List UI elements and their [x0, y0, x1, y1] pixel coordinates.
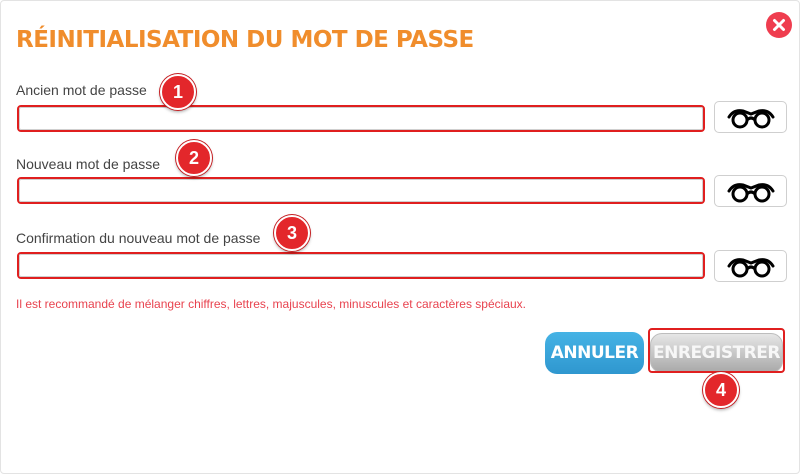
save-button[interactable]: ENREGISTRER [650, 333, 783, 373]
confirm-password-input[interactable] [19, 254, 703, 277]
step-marker-1: 1 [160, 74, 196, 110]
step-marker-3: 3 [274, 215, 310, 251]
step-marker-4: 4 [703, 372, 739, 408]
confirm-password-toggle-button[interactable] [714, 250, 787, 282]
password-reset-dialog: RÉINITIALISATION DU MOT DE PASSE Ancien … [0, 0, 800, 474]
confirm-password-field-outline [17, 252, 705, 279]
glasses-icon [727, 109, 774, 129]
new-password-input[interactable] [19, 179, 703, 202]
new-password-label: Nouveau mot de passe [16, 156, 160, 172]
glasses-icon [727, 183, 774, 203]
new-password-field-outline [17, 177, 705, 204]
password-hint: Il est recommandé de mélanger chiffres, … [16, 297, 526, 311]
dialog-title: RÉINITIALISATION DU MOT DE PASSE [16, 27, 474, 53]
step-marker-2: 2 [176, 140, 212, 176]
old-password-field-outline [17, 105, 705, 132]
old-password-toggle-button[interactable] [714, 101, 787, 133]
glasses-icon [727, 258, 774, 278]
new-password-toggle-button[interactable] [714, 175, 787, 207]
old-password-label: Ancien mot de passe [16, 82, 147, 98]
close-icon [773, 19, 785, 31]
old-password-input[interactable] [19, 107, 703, 130]
cancel-button[interactable]: ANNULER [545, 332, 644, 374]
confirm-password-label: Confirmation du nouveau mot de passe [16, 230, 261, 246]
close-button[interactable] [766, 12, 792, 38]
